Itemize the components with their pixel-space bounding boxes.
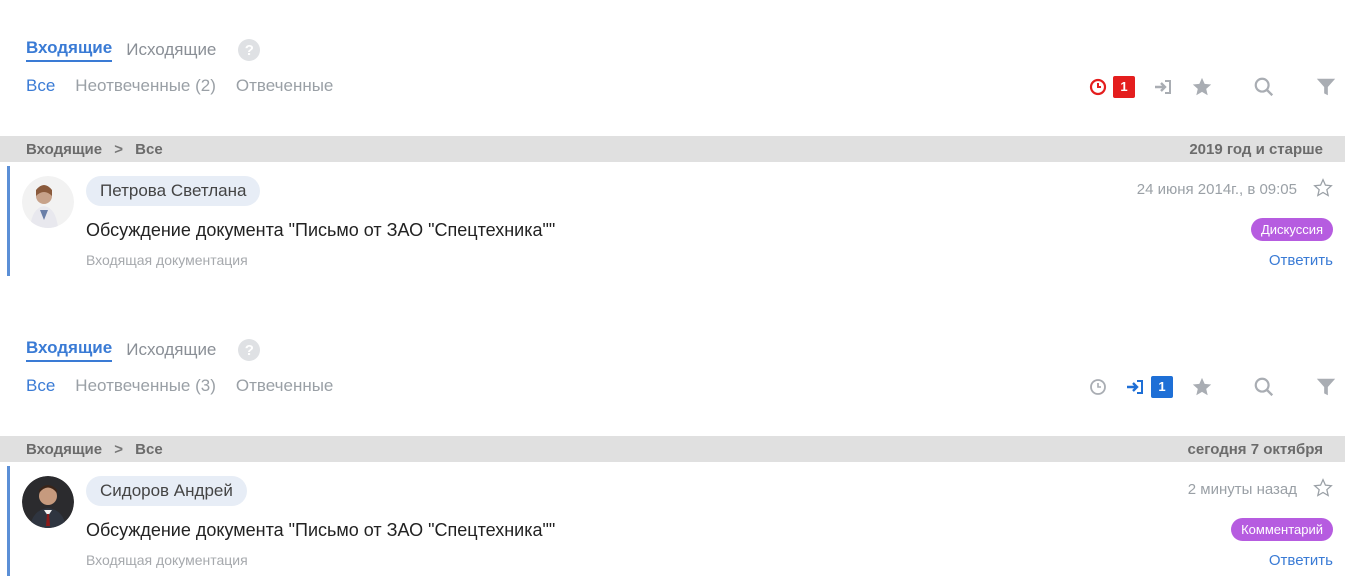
- filter-icon: [1316, 78, 1336, 96]
- help-icon[interactable]: ?: [238, 339, 261, 361]
- breadcrumb: Входящие > Все: [26, 441, 163, 458]
- message-category: Входящая документация: [86, 252, 248, 268]
- breadcrumb-current: Все: [135, 440, 163, 458]
- star-icon: [1192, 77, 1212, 96]
- filter-button[interactable]: [1315, 76, 1337, 98]
- message-time: 24 июня 2014г., в 09:05: [1136, 181, 1297, 198]
- toolbar: 1: [1071, 76, 1337, 98]
- clock-icon: [1089, 78, 1107, 96]
- breadcrumb-root[interactable]: Входящие: [26, 441, 102, 458]
- message-tag: Комментарий: [1231, 518, 1333, 541]
- help-icon[interactable]: ?: [238, 39, 261, 61]
- message-row[interactable]: Петрова Светлана Обсуждение документа "П…: [0, 162, 1345, 278]
- message-row[interactable]: Сидоров Андрей Обсуждение документа "Пис…: [0, 462, 1345, 577]
- breadcrumb-current: Все: [135, 140, 163, 158]
- filter-unanswered[interactable]: Неотвеченные (3): [75, 376, 216, 396]
- unread-indicator: [7, 166, 10, 276]
- filter-answered[interactable]: Отвеченные: [236, 76, 334, 96]
- reply-link[interactable]: Ответить: [1269, 252, 1333, 269]
- breadcrumb-bar: Входящие > Все 2019 год и старше: [0, 136, 1345, 162]
- clock-icon: [1090, 379, 1106, 395]
- filter-all[interactable]: Все: [26, 76, 55, 96]
- sender-chip[interactable]: Петрова Светлана: [86, 176, 261, 206]
- filter-icon: [1316, 378, 1336, 396]
- star-outline-icon[interactable]: [1313, 178, 1333, 198]
- filter-all[interactable]: Все: [26, 376, 55, 396]
- sign-in-icon: [1155, 80, 1171, 94]
- message-category: Входящая документация: [86, 552, 248, 568]
- breadcrumb: Входящие > Все: [26, 141, 163, 158]
- reassigned-count-badge: 1: [1151, 376, 1173, 398]
- search-icon: [1254, 77, 1274, 97]
- sender-chip[interactable]: Сидоров Андрей: [86, 476, 247, 506]
- star-icon: [1192, 377, 1212, 396]
- search-button[interactable]: [1253, 76, 1275, 98]
- period-label: сегодня 7 октября: [1187, 440, 1323, 458]
- breadcrumb-bar: Входящие > Все сегодня 7 октября: [0, 436, 1345, 462]
- message-time: 2 минуты назад: [1187, 481, 1297, 498]
- favorites-button[interactable]: [1191, 376, 1213, 398]
- search-icon: [1254, 377, 1274, 397]
- breadcrumb-separator: >: [114, 140, 123, 158]
- toolbar: 1: [1071, 376, 1337, 398]
- favorites-button[interactable]: [1191, 76, 1213, 98]
- filter-answered[interactable]: Отвеченные: [236, 376, 334, 396]
- reply-link[interactable]: Ответить: [1269, 552, 1333, 569]
- message-tag: Дискуссия: [1250, 218, 1333, 241]
- overdue-button[interactable]: [1089, 378, 1107, 396]
- inbox-panel-2: Входящие Исходящие ? Все Неотвеченные (3…: [0, 300, 1367, 577]
- inbox-panel-1: Входящие Исходящие ? Все Неотвеченные (2…: [0, 0, 1367, 278]
- avatar: [22, 176, 74, 228]
- breadcrumb-separator: >: [114, 440, 123, 458]
- filter-button[interactable]: [1315, 376, 1337, 398]
- period-label: 2019 год и старше: [1189, 140, 1323, 158]
- tabs: Входящие Исходящие ?: [26, 38, 261, 62]
- overdue-count-badge: 1: [1113, 76, 1135, 98]
- filters: Все Неотвеченные (2) Отвеченные: [26, 76, 353, 96]
- filter-unanswered[interactable]: Неотвеченные (2): [75, 76, 216, 96]
- avatar: [22, 476, 74, 528]
- filters: Все Неотвеченные (3) Отвеченные: [26, 376, 353, 396]
- tab-incoming[interactable]: Входящие: [26, 38, 113, 62]
- sign-in-icon: [1127, 380, 1143, 394]
- message-subject[interactable]: Обсуждение документа "Письмо от ЗАО "Спе…: [86, 220, 555, 241]
- reassigned-button[interactable]: [1153, 78, 1173, 96]
- tab-incoming[interactable]: Входящие: [26, 338, 113, 362]
- breadcrumb-root[interactable]: Входящие: [26, 141, 102, 158]
- tab-outgoing[interactable]: Исходящие: [126, 40, 216, 60]
- message-subject[interactable]: Обсуждение документа "Письмо от ЗАО "Спе…: [86, 520, 555, 541]
- unread-indicator: [7, 466, 10, 576]
- reassigned-button[interactable]: 1: [1125, 376, 1173, 398]
- tabs: Входящие Исходящие ?: [26, 338, 261, 362]
- overdue-button[interactable]: 1: [1089, 76, 1135, 98]
- search-button[interactable]: [1253, 376, 1275, 398]
- star-outline-icon[interactable]: [1313, 478, 1333, 498]
- tab-outgoing[interactable]: Исходящие: [126, 340, 216, 360]
